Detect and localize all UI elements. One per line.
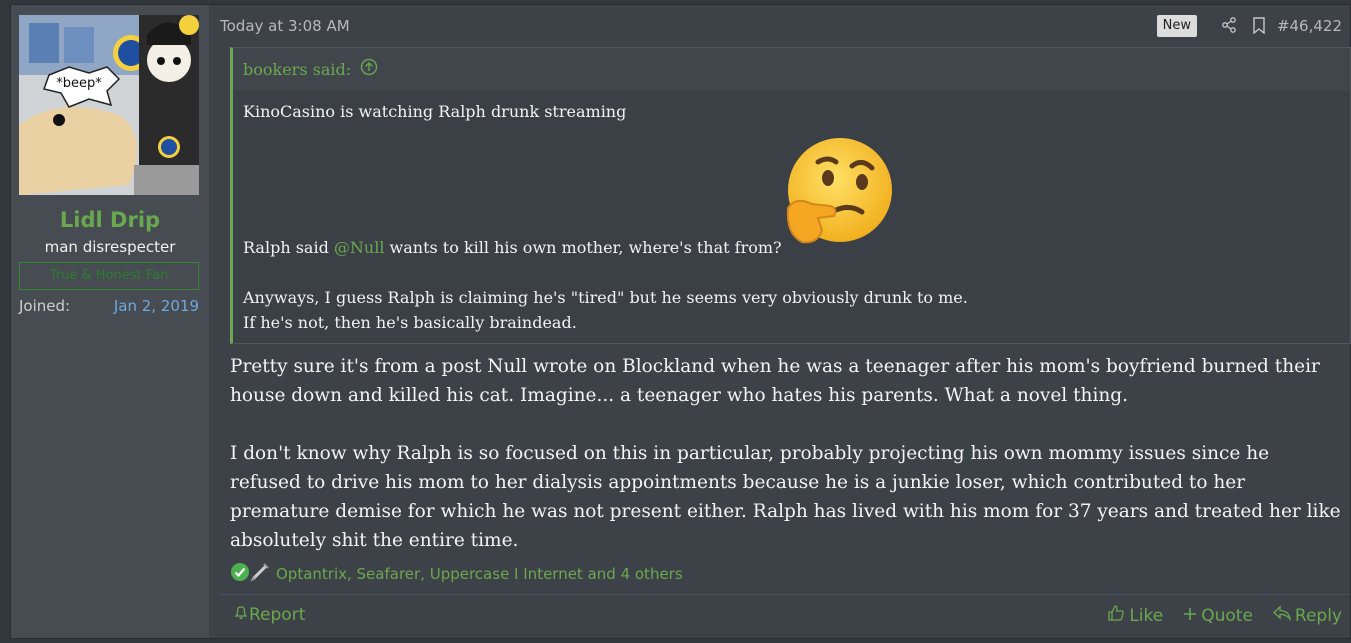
quote-line-4: If he's not, then he's basically brainde…: [243, 313, 577, 332]
user-title: man disrespecter: [44, 238, 176, 256]
reactions-bar[interactable]: Optantrix, Seafarer, Uppercase I Interne…: [230, 563, 683, 585]
report-label: Report: [249, 604, 306, 625]
thumbs-up-icon: [1107, 604, 1125, 627]
plus-icon: [1183, 606, 1197, 626]
avatar-image: *beep*: [19, 15, 199, 195]
mention-null[interactable]: @Null: [334, 238, 385, 257]
reply-arrow-icon: [1272, 605, 1291, 626]
go-to-quote-icon[interactable]: [360, 49, 378, 93]
syringe-reaction-icon: [250, 562, 270, 586]
quote-block: bookers said: KinoCasino is watching Ral…: [230, 47, 1351, 344]
check-reaction-icon: [230, 562, 250, 586]
quote-line-2-pre: Ralph said: [243, 238, 334, 257]
quote-line-1: KinoCasino is watching Ralph drunk strea…: [243, 102, 627, 121]
joined-date: Jan 2, 2019: [113, 297, 199, 315]
joined-label: Joined:: [19, 297, 71, 315]
post-timestamp[interactable]: Today at 3:08 AM: [220, 17, 350, 35]
quote-button[interactable]: Quote: [1183, 604, 1253, 627]
user-sidebar: *beep* Lidl Drip man disrespecter True &…: [11, 5, 209, 638]
thinking-face-icon: [778, 134, 896, 252]
username[interactable]: Lidl Drip: [11, 208, 209, 232]
share-icon[interactable]: [1221, 17, 1237, 37]
quote-author[interactable]: bookers said:: [243, 60, 351, 79]
post: *beep* Lidl Drip man disrespecter True &…: [10, 4, 1351, 639]
like-button[interactable]: Like: [1107, 604, 1163, 627]
quote-line-2-post: wants to kill his own mother, where's th…: [384, 238, 782, 257]
post-main: Today at 3:08 AM New #46,422 bookers sai…: [219, 5, 1351, 639]
post-actions: Like Quote Reply: [1107, 604, 1342, 627]
post-footer: Report Like Quote Reply: [219, 594, 1350, 639]
new-badge: New: [1156, 15, 1197, 37]
quote-line-2: Ralph said @Null wants to kill his own m…: [243, 238, 782, 257]
post-number[interactable]: #46,422: [1277, 17, 1342, 35]
bell-icon: [233, 604, 249, 625]
report-button[interactable]: Report: [233, 604, 305, 625]
post-paragraph-2: I don't know why Ralph is so focused on …: [230, 443, 1341, 551]
post-body: Pretty sure it's from a post Null wrote …: [230, 352, 1345, 555]
reactions-list[interactable]: Optantrix, Seafarer, Uppercase I Interne…: [276, 565, 683, 583]
reply-button[interactable]: Reply: [1272, 604, 1342, 627]
quote-header[interactable]: bookers said:: [233, 48, 1350, 91]
like-label: Like: [1129, 605, 1164, 626]
quote-line-3: Anyways, I guess Ralph is claiming he's …: [243, 288, 968, 307]
reply-label: Reply: [1294, 605, 1342, 626]
user-banner: True & Honest Fan: [19, 262, 199, 290]
bookmark-icon[interactable]: [1252, 17, 1266, 38]
post-paragraph-1: Pretty sure it's from a post Null wrote …: [230, 356, 1320, 406]
avatar-caption: *beep*: [56, 76, 102, 91]
quote-label: Quote: [1201, 605, 1253, 626]
avatar[interactable]: *beep*: [19, 15, 199, 195]
